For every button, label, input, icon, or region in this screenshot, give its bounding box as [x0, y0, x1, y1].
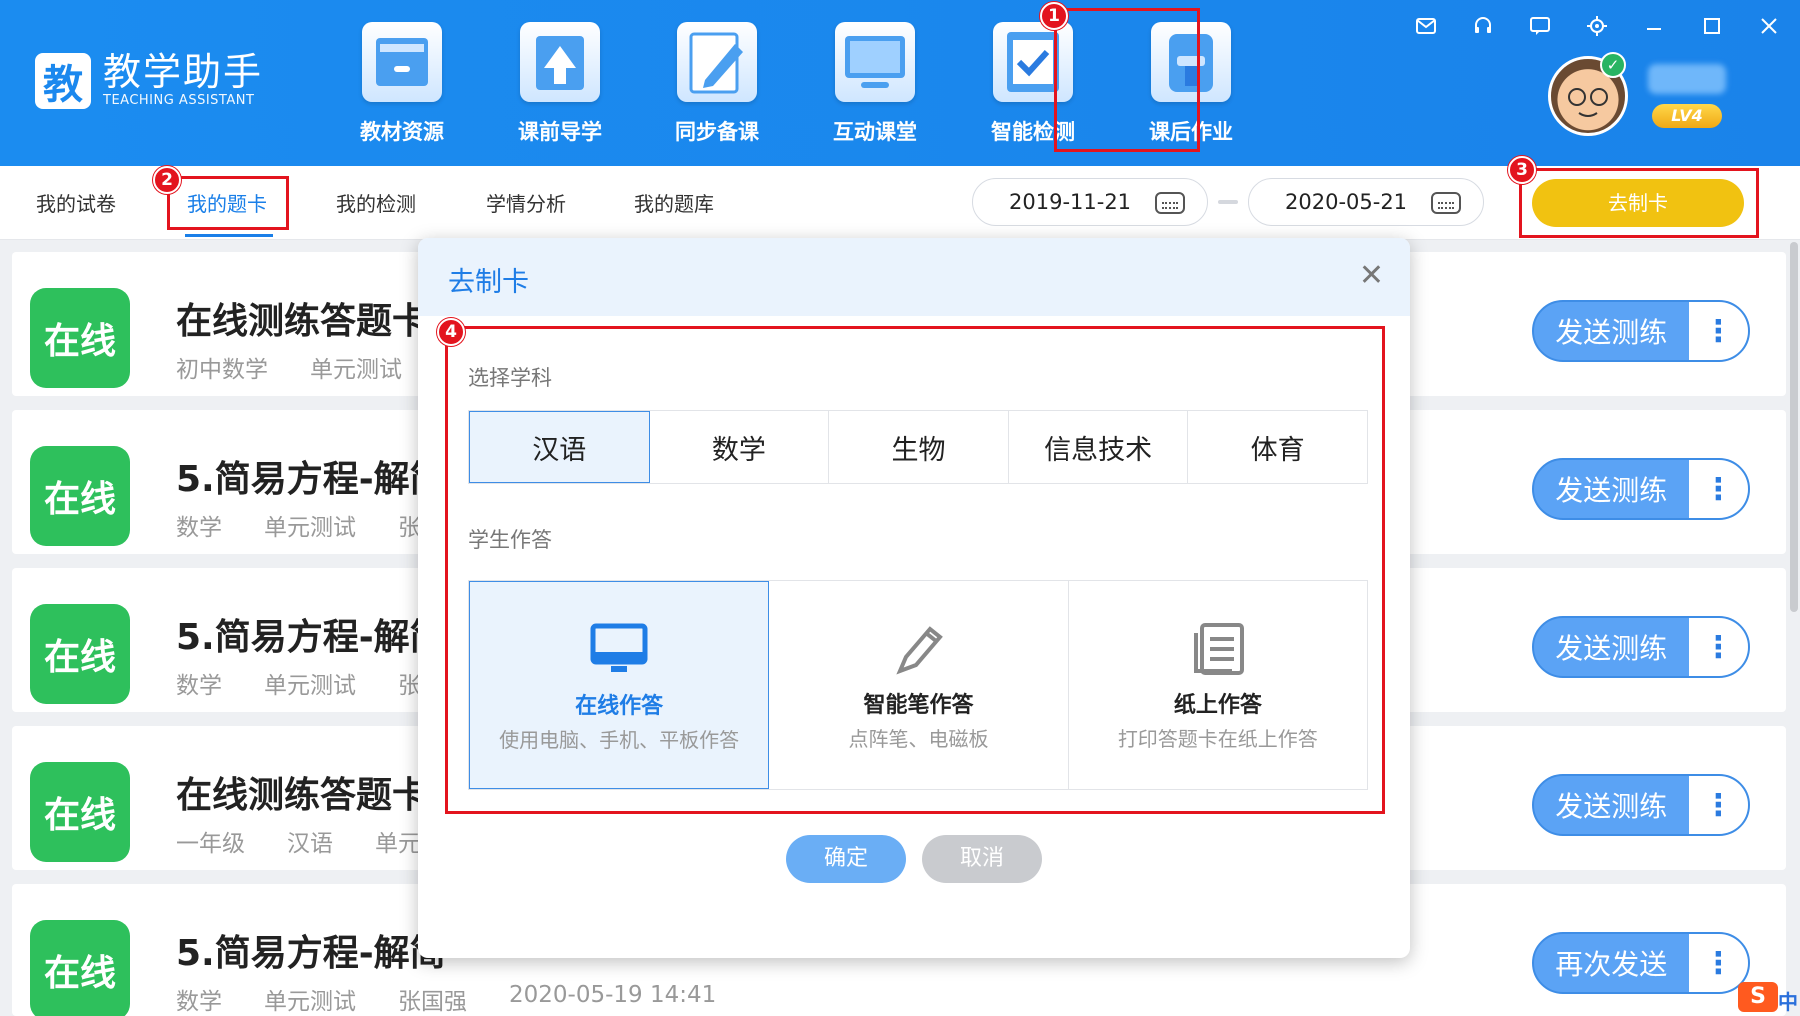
- tab-my-papers[interactable]: 我的试卷: [36, 188, 116, 217]
- highlight-box-3: [1519, 168, 1759, 238]
- send-practice-button[interactable]: 发送测练 ⋮: [1532, 300, 1750, 362]
- start-date-picker[interactable]: 2019-11-21: [972, 178, 1208, 226]
- highlight-box-1: [1054, 8, 1200, 152]
- card-title: 5.简易方程-解简: [176, 617, 446, 658]
- app-title: 教学助手: [103, 50, 264, 94]
- calendar-icon: [1155, 192, 1185, 214]
- card-title: 在线测练答题卡: [176, 301, 429, 342]
- headset-icon[interactable]: [1471, 14, 1495, 38]
- online-tag: 在线: [30, 446, 130, 546]
- date-range-separator: [1218, 200, 1238, 204]
- pencil-paper-icon: [677, 22, 757, 102]
- more-icon[interactable]: ⋮: [1688, 776, 1748, 834]
- nav-textbook-resources[interactable]: 教材资源: [337, 22, 467, 146]
- app-logo: 教 教学助手 TEACHING ASSISTANT: [35, 52, 263, 110]
- monitor-icon: [835, 22, 915, 102]
- card-meta: 数学 单元测试 张: [176, 515, 421, 541]
- online-tag: 在线: [30, 604, 130, 704]
- end-date: 2020-05-21: [1285, 190, 1408, 214]
- top-header: 教 教学助手 TEACHING ASSISTANT 教材资源 课前导学 同步备课…: [0, 0, 1800, 166]
- settings-icon[interactable]: [1585, 14, 1609, 38]
- start-date: 2019-11-21: [1009, 190, 1132, 214]
- minimize-icon[interactable]: [1642, 14, 1666, 38]
- scrollbar[interactable]: [1790, 242, 1798, 612]
- confirm-button[interactable]: 确定: [786, 835, 906, 883]
- username-blurred: [1648, 64, 1726, 94]
- ime-mode-indicator[interactable]: 中: [1778, 986, 1798, 1015]
- online-tag: 在线: [30, 288, 130, 388]
- calendar-icon: [1431, 192, 1461, 214]
- card-title: 5.简易方程-解简: [176, 933, 446, 974]
- highlight-box-4: [445, 326, 1385, 814]
- upload-arrow-icon: [520, 22, 600, 102]
- resend-button[interactable]: 再次发送 ⋮: [1532, 932, 1750, 994]
- cancel-button[interactable]: 取消: [922, 835, 1042, 883]
- more-icon[interactable]: ⋮: [1688, 460, 1748, 518]
- card-meta: 初中数学 单元测试: [176, 357, 402, 383]
- tab-learning-analysis[interactable]: 学情分析: [486, 188, 566, 217]
- online-tag: 在线: [30, 762, 130, 862]
- card-meta: 数学 单元测试 张国强 2020-05-19 14:41: [176, 982, 717, 1015]
- card-meta: 一年级 汉语 单元: [176, 831, 421, 857]
- card-title: 5.简易方程-解简: [176, 459, 446, 500]
- step-badge-2: 2: [153, 166, 181, 194]
- close-icon[interactable]: [1757, 14, 1781, 38]
- send-practice-button[interactable]: 发送测练 ⋮: [1532, 774, 1750, 836]
- highlight-box-2: [167, 176, 289, 230]
- nav-interactive-class[interactable]: 互动课堂: [810, 22, 940, 146]
- step-badge-4: 4: [437, 318, 465, 346]
- active-tab-underline: [185, 234, 273, 237]
- send-practice-button[interactable]: 发送测练 ⋮: [1532, 616, 1750, 678]
- mail-icon[interactable]: [1414, 14, 1438, 38]
- dialog-header: 去制卡 ✕: [418, 238, 1410, 316]
- tab-my-question-bank[interactable]: 我的题库: [634, 188, 714, 217]
- step-badge-3: 3: [1508, 156, 1536, 184]
- online-tag: 在线: [30, 920, 130, 1016]
- tab-my-detections[interactable]: 我的检测: [336, 188, 416, 217]
- end-date-picker[interactable]: 2020-05-21: [1248, 178, 1484, 226]
- more-icon[interactable]: ⋮: [1688, 302, 1748, 360]
- level-badge: LV4: [1652, 104, 1722, 128]
- send-practice-button[interactable]: 发送测练 ⋮: [1532, 458, 1750, 520]
- more-icon[interactable]: ⋮: [1688, 618, 1748, 676]
- card-title: 在线测练答题卡: [176, 775, 429, 816]
- close-icon[interactable]: ✕: [1359, 258, 1384, 293]
- chat-icon[interactable]: [1528, 14, 1552, 38]
- maximize-icon[interactable]: [1700, 14, 1724, 38]
- card-meta: 数学 单元测试 张: [176, 673, 421, 699]
- folder-drawer-icon: [362, 22, 442, 102]
- dialog-title: 去制卡: [448, 267, 529, 298]
- nav-pre-class[interactable]: 课前导学: [495, 22, 625, 146]
- nav-lesson-prep[interactable]: 同步备课: [652, 22, 782, 146]
- ime-logo-icon[interactable]: S: [1738, 982, 1778, 1012]
- app-subtitle: TEACHING ASSISTANT: [103, 93, 255, 108]
- step-badge-1: 1: [1040, 2, 1068, 30]
- online-check-icon: ✓: [1600, 52, 1626, 78]
- logo-mark: 教: [35, 53, 91, 109]
